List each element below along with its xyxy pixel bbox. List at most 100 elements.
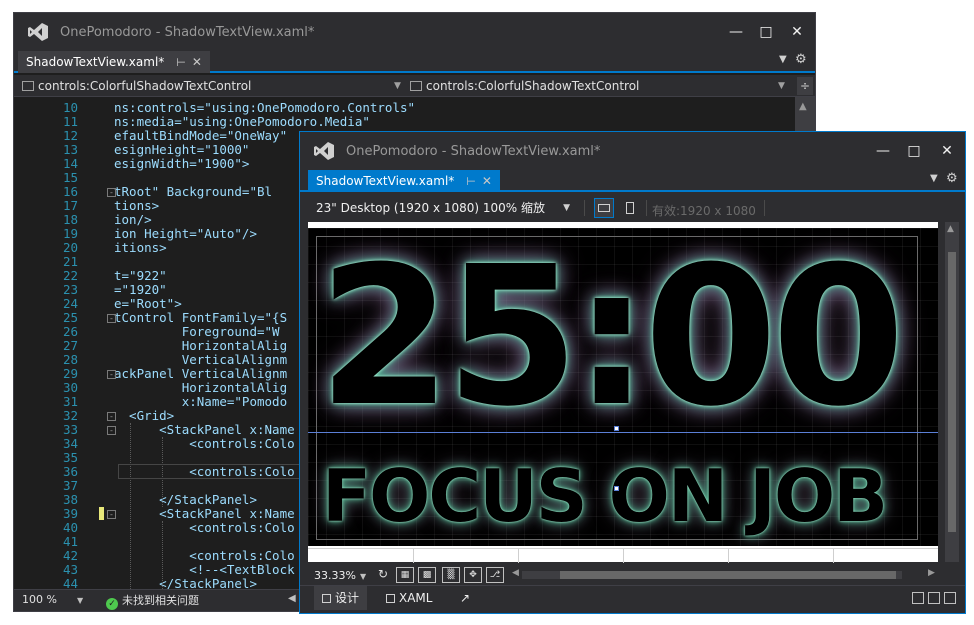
tab-label: ShadowTextView.xaml* — [316, 174, 455, 188]
line-number: 35 — [62, 450, 78, 465]
close-tab-icon[interactable]: ✕ — [192, 55, 202, 69]
collapse-pane-icon[interactable] — [944, 592, 956, 604]
designer-window: OnePomodoro - ShadowTextView.xaml* — □ ✕… — [299, 131, 966, 614]
code-line[interactable]: 10 ns:controls="using:OnePomodoro.Control… — [14, 101, 794, 115]
scroll-thumb[interactable] — [948, 252, 956, 532]
fold-toggle-icon[interactable]: - — [107, 412, 116, 421]
code-line[interactable]: 11 ns:media="using:OnePomodoro.Media" — [14, 115, 794, 129]
line-number: 38 — [62, 492, 78, 507]
code-text: ns:controls="using:OnePomodoro.Controls" — [114, 100, 416, 115]
fold-toggle-icon[interactable]: - — [107, 188, 116, 197]
code-text: </StackPanel> — [114, 576, 257, 590]
designer-horizontal-scrollbar[interactable] — [522, 571, 902, 579]
maximize-button[interactable]: □ — [899, 139, 929, 163]
selection-handle[interactable] — [614, 426, 619, 431]
check-icon: ✓ — [106, 598, 118, 610]
line-number: 40 — [62, 520, 78, 535]
device-label: 23" Desktop (1920 x 1080) 100% 缩放 — [316, 201, 546, 215]
chevron-down-icon: ▼ — [778, 81, 785, 91]
line-number: 43 — [62, 562, 78, 577]
close-tab-icon[interactable]: ✕ — [482, 174, 492, 188]
popout-button[interactable]: ↗ — [452, 586, 478, 610]
tab-dropdown-icon[interactable]: ▼ — [930, 173, 938, 184]
pin-icon[interactable]: ⊢ — [466, 175, 476, 188]
line-number: 29 — [62, 366, 78, 381]
zoom-combo[interactable]: 33.33% ▼ — [314, 569, 366, 582]
split-horizontal-icon[interactable] — [928, 592, 940, 604]
gear-icon[interactable]: ⚙ — [795, 52, 807, 67]
close-button[interactable]: ✕ — [782, 20, 812, 44]
maximize-button[interactable]: □ — [751, 20, 781, 44]
grid-icon[interactable]: ▦ — [396, 567, 414, 583]
minimize-button[interactable]: — — [868, 139, 898, 163]
designer-toolbar: 23" Desktop (1920 x 1080) 100% 缩放 ▼ 有效:1… — [300, 194, 965, 221]
code-text: esignHeight="1000" — [114, 142, 250, 157]
portrait-button[interactable] — [620, 198, 640, 218]
title-bar: OnePomodoro - ShadowTextView.xaml* — □ ✕ — [300, 132, 965, 170]
visual-studio-logo-icon — [314, 142, 334, 160]
fold-toggle-icon[interactable]: - — [107, 370, 116, 379]
split-vertical-icon[interactable] — [912, 592, 924, 604]
line-number: 10 — [62, 100, 78, 115]
device-combo[interactable]: 23" Desktop (1920 x 1080) 100% 缩放 ▼ — [308, 198, 578, 218]
minimize-button[interactable]: — — [721, 20, 751, 44]
refresh-icon[interactable]: ↻ — [374, 567, 392, 583]
line-number: 31 — [62, 394, 78, 409]
scroll-right-icon[interactable]: ▶ — [928, 568, 935, 578]
checkerboard-icon[interactable]: ▒ — [442, 567, 460, 583]
line-number: 17 — [62, 198, 78, 213]
class-icon — [410, 81, 422, 91]
snap-lines-icon[interactable]: ✥ — [464, 567, 482, 583]
zoom-combo[interactable]: 100 % ▼ — [22, 593, 83, 606]
scroll-thumb[interactable] — [560, 571, 896, 579]
code-text: t="922" — [114, 268, 167, 283]
split-view-button[interactable]: ÷ — [797, 77, 813, 95]
line-number: 34 — [62, 436, 78, 451]
nav-type-label: controls:ColorfulShadowTextControl — [38, 79, 252, 93]
line-number: 21 — [62, 254, 78, 269]
line-number: 16 — [62, 184, 78, 199]
design-artboard[interactable]: 25:00 FOCUS ON JOB — [308, 222, 938, 563]
selection-handle[interactable] — [614, 486, 619, 491]
scroll-up-icon[interactable]: ▲ — [947, 224, 954, 234]
line-number: 24 — [62, 296, 78, 311]
zoom-label: 33.33% — [314, 569, 356, 582]
title-bar: OnePomodoro - ShadowTextView.xaml* — □ ✕ — [14, 13, 815, 51]
scroll-left-icon[interactable]: ◀ — [512, 568, 519, 578]
landscape-button[interactable] — [594, 198, 614, 218]
fold-toggle-icon[interactable]: - — [107, 426, 116, 435]
project-code-icon[interactable]: ⎇ — [486, 567, 504, 583]
caption-preview-text[interactable]: FOCUS ON JOB — [322, 456, 888, 536]
timer-preview-text[interactable]: 25:00 — [318, 238, 905, 438]
scroll-left-icon[interactable]: ◀ — [288, 593, 296, 604]
document-tab[interactable]: ShadowTextView.xaml* ⊢ ✕ — [18, 51, 210, 73]
snap-grid-icon[interactable]: ▩ — [418, 567, 436, 583]
document-tabstrip: ShadowTextView.xaml* ⊢ ✕ ▼ ⚙ — [300, 170, 965, 192]
pin-icon[interactable]: ⊢ — [176, 56, 186, 69]
fold-toggle-icon[interactable]: - — [107, 314, 116, 323]
issues-indicator[interactable]: ✓ 未找到相关问题 — [106, 592, 199, 610]
tab-dropdown-icon[interactable]: ▼ — [779, 54, 787, 65]
line-number: 30 — [62, 380, 78, 395]
nav-type-combo[interactable]: controls:ColorfulShadowTextControl ▼ — [22, 77, 402, 95]
designer-vertical-scrollbar[interactable]: ▲ — [945, 222, 959, 562]
line-number: 20 — [62, 240, 78, 255]
document-tab[interactable]: ShadowTextView.xaml* ⊢ ✕ — [308, 170, 500, 192]
gear-icon[interactable]: ⚙ — [946, 171, 958, 186]
code-text: <StackPanel x:Name — [114, 422, 295, 437]
line-number: 23 — [62, 282, 78, 297]
tab-label: ShadowTextView.xaml* — [26, 55, 165, 69]
close-button[interactable]: ✕ — [932, 139, 962, 163]
class-icon — [22, 81, 34, 91]
line-number: 37 — [62, 478, 78, 493]
fold-toggle-icon[interactable]: - — [107, 510, 116, 519]
nav-member-combo[interactable]: controls:ColorfulShadowTextControl ▼ — [410, 77, 788, 95]
code-text: esignWidth="1900"> — [114, 156, 250, 171]
tab-xaml[interactable]: XAML — [378, 586, 440, 610]
tab-design[interactable]: 设计 — [314, 586, 368, 610]
line-number: 44 — [62, 576, 78, 590]
line-number: 19 — [62, 226, 78, 241]
scroll-up-icon[interactable]: ▲ — [799, 101, 807, 112]
design-canvas[interactable]: 25:00 FOCUS ON JOB — [308, 228, 938, 546]
code-text: <controls:Colo — [114, 436, 295, 451]
